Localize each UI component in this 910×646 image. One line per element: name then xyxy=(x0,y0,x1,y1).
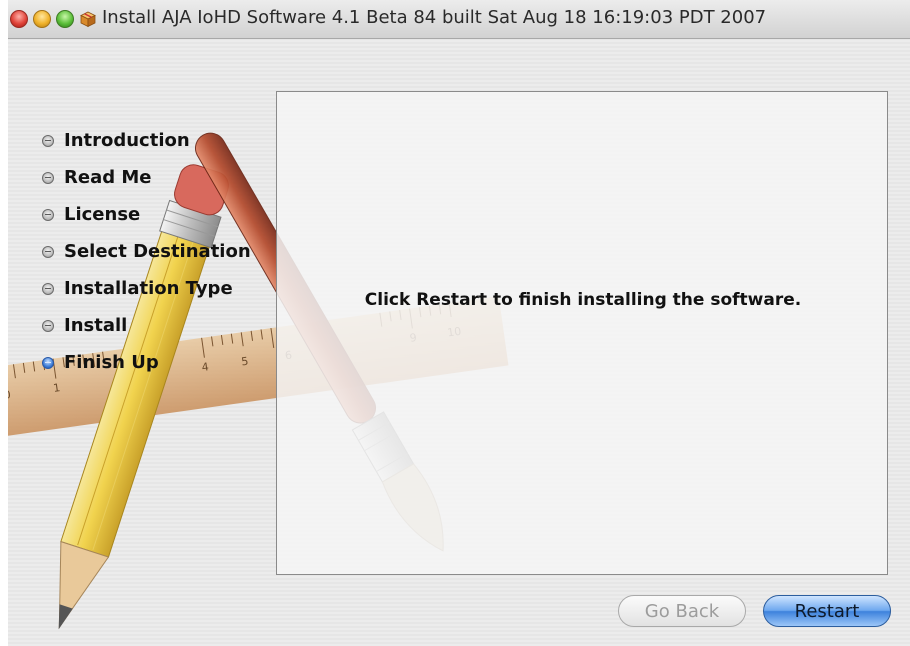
installer-steps: Introduction Read Me License Select Dest… xyxy=(42,122,251,381)
zoom-button[interactable] xyxy=(56,10,74,28)
step-bullet-icon xyxy=(42,319,54,332)
step-bullet-icon xyxy=(42,208,54,221)
step-installation-type: Installation Type xyxy=(42,270,251,307)
step-read-me: Read Me xyxy=(42,159,251,196)
step-bullet-icon xyxy=(42,245,54,258)
window-title: Install AJA IoHD Software 4.1 Beta 84 bu… xyxy=(102,7,767,28)
step-label: Read Me xyxy=(64,167,152,188)
step-license: License xyxy=(42,196,251,233)
step-bullet-icon xyxy=(42,134,54,147)
content-panel: Click Restart to finish installing the s… xyxy=(276,91,888,575)
step-select-destination: Select Destination xyxy=(42,233,251,270)
step-bullet-active-icon xyxy=(42,356,54,369)
step-finish-up: Finish Up xyxy=(42,344,251,381)
step-label: Introduction xyxy=(64,130,190,151)
title-bar[interactable]: Install AJA IoHD Software 4.1 Beta 84 bu… xyxy=(8,0,910,39)
minimize-button[interactable] xyxy=(33,10,51,28)
step-label: License xyxy=(64,204,141,225)
step-bullet-icon xyxy=(42,282,54,295)
close-button[interactable] xyxy=(10,10,28,28)
go-back-button[interactable]: Go Back xyxy=(618,595,746,627)
step-install: Install xyxy=(42,307,251,344)
package-icon xyxy=(80,11,96,28)
step-label: Installation Type xyxy=(64,278,233,299)
step-label: Install xyxy=(64,315,128,336)
installer-window: Install AJA IoHD Software 4.1 Beta 84 bu… xyxy=(8,0,910,646)
step-bullet-icon xyxy=(42,171,54,184)
finish-message: Click Restart to finish installing the s… xyxy=(364,290,802,310)
restart-button[interactable]: Restart xyxy=(763,595,891,627)
step-label: Finish Up xyxy=(64,352,159,373)
step-introduction: Introduction xyxy=(42,122,251,159)
step-label: Select Destination xyxy=(64,241,251,262)
